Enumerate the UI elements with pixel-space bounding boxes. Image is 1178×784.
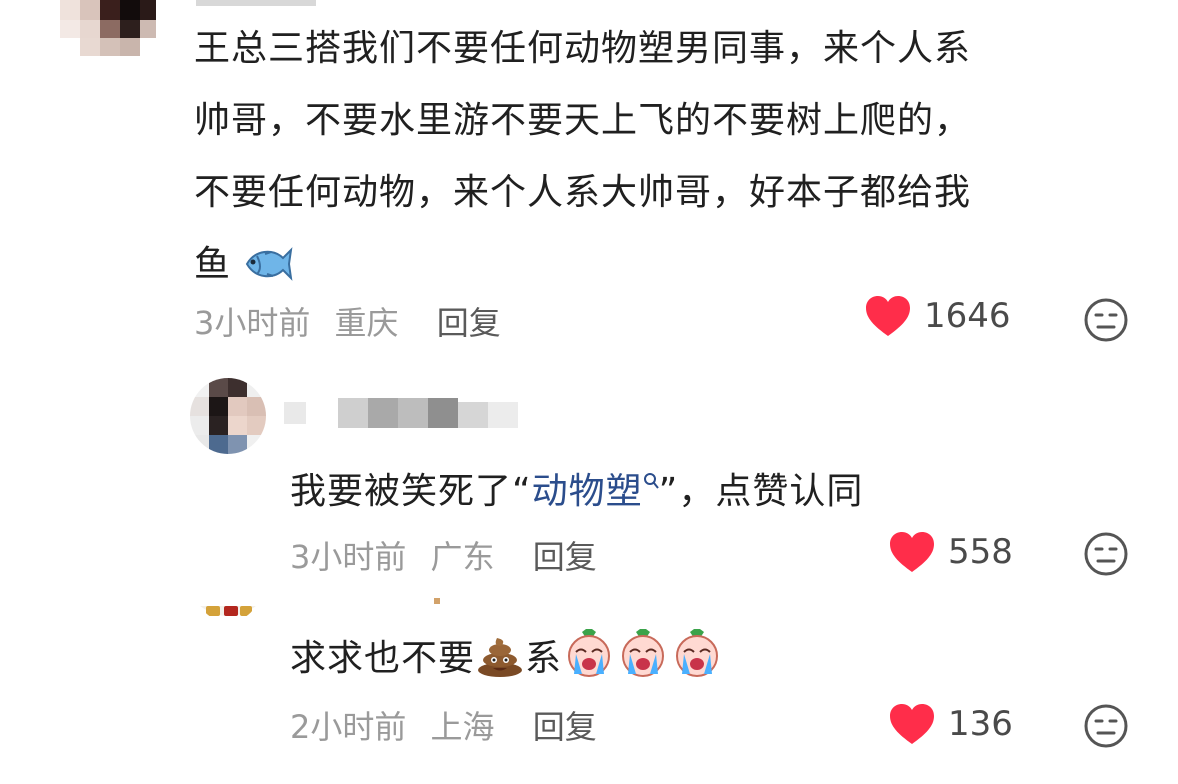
comment-time: 2小时前 — [290, 708, 407, 746]
comment-line: 鱼 — [194, 238, 1124, 300]
avatar-pixels — [60, 0, 156, 56]
comment-text: 我要被笑死了“动物塑 ”，点赞认同 — [290, 456, 863, 519]
like-count: 1646 — [924, 296, 1011, 336]
comment-line-text: 鱼 — [194, 244, 232, 285]
comment-line: 王总三搭我们不要任何动物塑男同事，来个人系 — [194, 28, 972, 69]
search-link-text: 动物塑 — [531, 471, 643, 512]
reply-button[interactable]: 回复 — [533, 708, 597, 746]
meh-face-icon[interactable] — [1082, 530, 1130, 578]
comment-meta: 2小时前 上海 回复 — [290, 702, 597, 748]
comment-line: 不要任何动物，来个人系大帅哥，好本子都给我 — [194, 172, 972, 213]
comment-line: 帅哥，不要水里游不要天上飞的不要树上爬的， — [194, 100, 972, 141]
crying-emoji-icon — [562, 626, 616, 694]
comment-location: 上海 — [430, 708, 495, 746]
like-button[interactable]: 136 — [888, 702, 1013, 746]
crying-emoji-icon — [670, 626, 724, 694]
comment-text-middle: 系 — [525, 638, 563, 679]
comment-text-prefix: 我要被笑死了“ — [290, 471, 532, 512]
comment-location: 广东 — [430, 538, 495, 576]
comment-text-prefix: 求求也不要 — [290, 638, 476, 679]
comment-time: 3小时前 — [194, 304, 311, 342]
search-link[interactable]: 动物塑 — [532, 471, 659, 512]
comment-meta: 3小时前 广东 回复 — [290, 532, 597, 578]
comment-meta: 3小时前 重庆 回复 — [194, 298, 501, 344]
comment-location: 重庆 — [334, 304, 399, 342]
like-button[interactable]: 1646 — [864, 294, 1011, 338]
heart-icon — [890, 532, 934, 572]
comment-time: 3小时前 — [290, 538, 407, 576]
heart-icon — [866, 296, 910, 336]
meh-face-icon[interactable] — [1082, 702, 1130, 750]
reply-button[interactable]: 回复 — [533, 538, 597, 576]
username-blurred[interactable] — [284, 398, 544, 428]
fish-emoji-icon — [243, 244, 293, 300]
like-count: 136 — [948, 704, 1013, 744]
avatar[interactable] — [196, 586, 260, 622]
heart-icon — [890, 704, 934, 744]
comment-text-suffix: ”，点赞认同 — [658, 471, 864, 512]
like-button[interactable]: 558 — [888, 530, 1013, 574]
reply-button[interactable]: 回复 — [437, 304, 501, 342]
username-cutoff — [196, 0, 316, 6]
username-cutoff — [434, 598, 440, 604]
like-count: 558 — [948, 532, 1013, 572]
poop-emoji-icon — [475, 634, 525, 694]
avatar[interactable] — [190, 378, 266, 454]
comment-text: 求求也不要 系 — [290, 626, 724, 694]
search-icon — [643, 471, 659, 495]
comment-text: 王总三搭我们不要任何动物塑男同事，来个人系 帅哥，不要水里游不要天上飞的不要树上… — [194, 22, 1124, 300]
crying-emoji-icon — [616, 626, 670, 694]
meh-face-icon[interactable] — [1082, 296, 1130, 344]
